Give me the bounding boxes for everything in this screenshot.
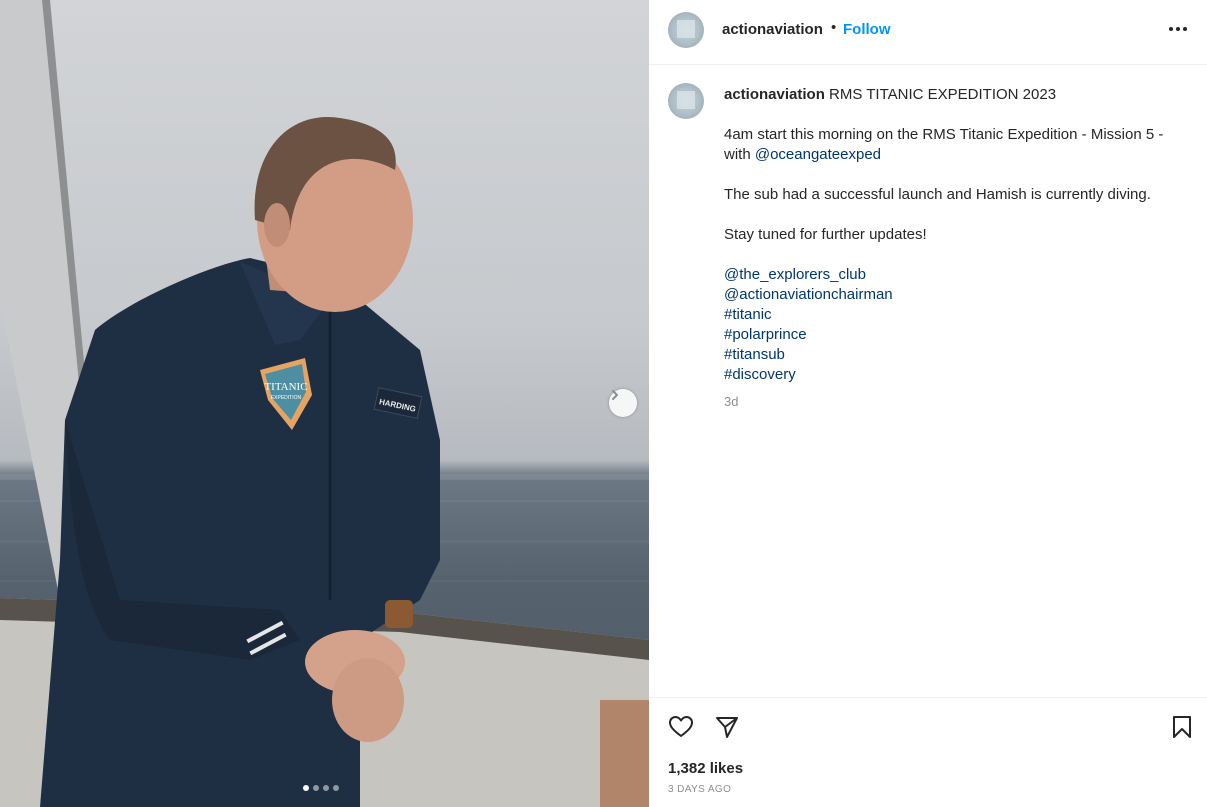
post-side-panel: actionaviation • Follow actionaviation R… xyxy=(649,0,1207,807)
paper-plane-icon[interactable] xyxy=(714,714,740,740)
caption-area: actionaviation RMS TITANIC EXPEDITION 20… xyxy=(649,66,1207,697)
header-username[interactable]: actionaviation xyxy=(722,21,823,38)
tag-link[interactable]: #polarprince xyxy=(724,325,1184,345)
caption-username[interactable]: actionaviation xyxy=(724,86,825,103)
carousel-indicator xyxy=(303,785,339,791)
post-date: 3 DAYS AGO xyxy=(668,784,732,795)
tag-link[interactable]: #discovery xyxy=(724,365,1184,385)
tag-link[interactable]: @the_explorers_club xyxy=(724,265,1184,285)
patch-subtext: EXPEDITION xyxy=(271,395,302,401)
post-header: actionaviation • Follow xyxy=(649,0,1207,65)
header-separator: • xyxy=(831,19,837,36)
bookmark-icon[interactable] xyxy=(1169,714,1195,740)
avatar[interactable] xyxy=(668,12,704,48)
carousel-dot xyxy=(303,785,309,791)
caption: actionaviation RMS TITANIC EXPEDITION 20… xyxy=(724,85,1184,412)
mention-link[interactable]: @oceangateexped xyxy=(755,146,881,163)
caption-avatar[interactable] xyxy=(668,83,704,119)
chevron-right-icon xyxy=(612,390,618,400)
tag-link[interactable]: @actionaviationchairman xyxy=(724,285,1184,305)
carousel-dot xyxy=(323,785,329,791)
post-media[interactable]: TITANIC EXPEDITION HARDING xyxy=(0,0,649,807)
follow-button[interactable]: Follow xyxy=(843,21,891,38)
like-count[interactable]: 1,382 likes xyxy=(668,760,743,777)
post-actions: 1,382 likes 3 DAYS AGO xyxy=(649,697,1207,807)
post-photo: TITANIC EXPEDITION HARDING xyxy=(0,0,649,807)
caption-timestamp[interactable]: 3d xyxy=(724,392,1184,412)
caption-tags: @the_explorers_club @actionaviationchair… xyxy=(724,265,1184,385)
carousel-dot xyxy=(313,785,319,791)
caption-line-2: The sub had a successful launch and Hami… xyxy=(724,186,1151,203)
carousel-dot xyxy=(333,785,339,791)
next-photo-button[interactable] xyxy=(609,389,637,417)
more-options-icon[interactable] xyxy=(1169,27,1189,33)
tag-link[interactable]: #titansub xyxy=(724,345,1184,365)
caption-title: RMS TITANIC EXPEDITION 2023 xyxy=(829,86,1057,103)
heart-icon[interactable] xyxy=(668,714,694,740)
caption-line-3: Stay tuned for further updates! xyxy=(724,226,927,243)
tag-link[interactable]: #titanic xyxy=(724,305,1184,325)
patch-text: TITANIC xyxy=(264,381,307,393)
